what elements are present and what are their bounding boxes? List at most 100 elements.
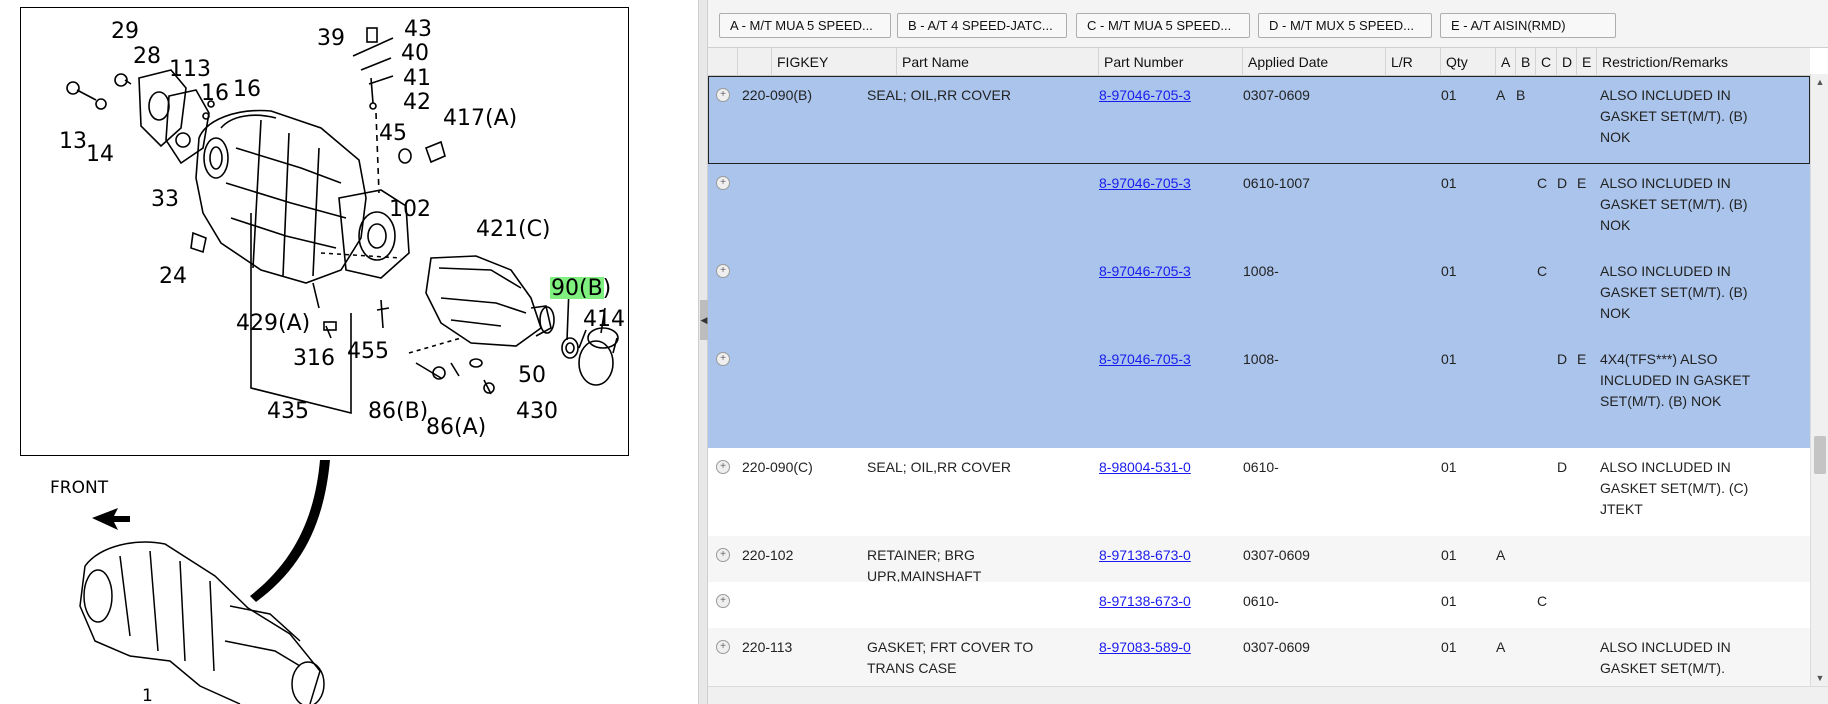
cell-qty: 01 [1441,459,1457,475]
cell-part-number: 8-97083-589-0 [1099,637,1229,658]
overview-callout-1: 1 [142,686,153,704]
table-row[interactable]: +8-97138-673-0 0610- 01 C [708,582,1810,628]
expand-row-icon[interactable]: + [716,548,730,562]
cell-part-number: 8-97046-705-3 [1099,173,1229,194]
header-remarks[interactable]: Restriction/Remarks [1597,48,1810,76]
grid-body: +220-090(B) SEAL; OIL,RR COVER 8-97046-705… [708,76,1810,686]
expand-row-icon[interactable]: + [716,640,730,654]
cell-part-number: 8-97046-705-3 [1099,261,1229,282]
cell-date: 0307-0609 [1243,87,1310,103]
header-figkey[interactable]: FIGKEY [772,48,897,76]
table-row[interactable]: +220-102 RETAINER; BRG UPR,MAINSHAFT 8-971… [708,536,1810,584]
cell-qty: 01 [1441,593,1457,609]
table-row[interactable]: +220-090(B) SEAL; OIL,RR COVER 8-97046-705… [708,76,1810,164]
callout-43: 43 [404,17,432,42]
part-number-link[interactable]: 8-97046-705-3 [1099,263,1191,279]
callout-455: 455 [347,339,389,364]
expand-row-icon[interactable]: + [716,264,730,278]
pane-splitter[interactable]: ◀ [698,0,708,704]
part-number-link[interactable]: 8-97083-589-0 [1099,639,1191,655]
part-number-link[interactable]: 8-97046-705-3 [1099,87,1191,103]
header-b[interactable]: B [1516,48,1536,76]
cell-qty: 01 [1441,639,1457,655]
callout-435: 435 [267,399,309,424]
expand-row-icon[interactable]: + [716,88,730,102]
table-row[interactable]: +8-97046-705-3 1008- 01 D E 4X4(TFS***) ALSO … [708,340,1810,448]
header-d[interactable]: D [1557,48,1577,76]
horizontal-scrollbar[interactable] [708,686,1828,704]
header-qty[interactable]: Qty [1441,48,1496,76]
part-number-link[interactable]: 8-97138-673-0 [1099,593,1191,609]
scroll-up-icon[interactable]: ▲ [1811,74,1828,90]
cell-date: 1008- [1243,263,1279,279]
header-applied-date[interactable]: Applied Date [1243,48,1386,76]
cell-b: B [1516,87,1526,103]
header-part-number[interactable]: Part Number [1099,48,1243,76]
cell-figkey: 220-113 [742,639,793,655]
header-part-name[interactable]: Part Name [897,48,1099,76]
callout-50: 50 [518,363,546,388]
callout-13: 13 [59,129,87,154]
callout-430: 430 [516,399,558,424]
tab-model-b[interactable]: B - A/T 4 SPEED-JATC... [897,13,1067,38]
table-row[interactable]: +8-97046-705-3 1008- 01 C ALSO INCLUDED IN G… [708,252,1810,340]
overview-drawing: FRONT 1 [50,460,330,704]
header-c[interactable]: C [1536,48,1557,76]
parts-grid: FIGKEY Part Name Part Number Applied Dat… [708,48,1810,686]
callout-40: 40 [401,41,429,66]
callout-41: 41 [403,66,431,91]
cell-a: A [1496,547,1506,563]
part-number-link[interactable]: 8-97046-705-3 [1099,351,1191,367]
part-number-link[interactable]: 8-97138-673-0 [1099,547,1191,563]
tab-model-a[interactable]: A - M/T MUA 5 SPEED... [719,13,891,38]
tab-model-c[interactable]: C - M/T MUA 5 SPEED... [1076,13,1250,38]
tab-model-d[interactable]: D - M/T MUX 5 SPEED... [1258,13,1432,38]
cell-part-number: 8-98004-531-0 [1099,457,1229,478]
collapse-left-icon[interactable]: ◀ [700,300,708,340]
scroll-down-icon[interactable]: ▼ [1811,670,1828,686]
cell-part-number: 8-97046-705-3 [1099,349,1229,370]
cell-name: SEAL; OIL,RR COVER [867,459,1011,475]
cell-part-number: 8-97138-673-0 [1099,545,1229,566]
cell-name: SEAL; OIL,RR COVER [867,87,1011,103]
cell-remarks: ALSO INCLUDED IN GASKET SET(M/T). (B) NO… [1600,87,1748,145]
table-row[interactable]: +220-113 GASKET; FRT COVER TO TRANS CASE 8… [708,628,1810,686]
callout-29: 29 [111,19,139,44]
table-row[interactable]: +8-97046-705-3 0610-1007 01 C D E ALSO INCLUDE… [708,164,1810,252]
callout-14: 14 [86,142,114,167]
cell-qty: 01 [1441,547,1457,563]
part-number-link[interactable]: 8-98004-531-0 [1099,459,1191,475]
front-arrow-icon [92,508,130,530]
cell-e: E [1577,351,1587,367]
callout-16a: 16 [201,81,229,106]
header-e[interactable]: E [1577,48,1597,76]
callout-28: 28 [133,44,161,69]
expand-row-icon[interactable]: + [716,460,730,474]
model-tab-bar: A - M/T MUA 5 SPEED... B - A/T 4 SPEED-J… [708,0,1828,48]
header-lr[interactable]: L/R [1386,48,1441,76]
cell-c: C [1537,263,1548,279]
cell-date: 0610- [1243,593,1279,609]
callout-421C: 421(C) [476,217,551,242]
callout-102: 102 [389,197,431,222]
exploded-diagram[interactable]: 29 28 113 16 16 13 14 33 24 39 43 40 41 … [20,7,629,456]
cell-date: 0610-1007 [1243,175,1310,191]
part-number-link[interactable]: 8-97046-705-3 [1099,175,1191,191]
header-a[interactable]: A [1496,48,1516,76]
expand-row-icon[interactable]: + [716,176,730,190]
callout-429A: 429(A) [236,311,310,336]
cell-figkey: 220-090(C) [742,459,813,475]
callout-316: 316 [293,346,335,371]
expand-row-icon[interactable]: + [716,594,730,608]
cell-qty: 01 [1441,175,1457,191]
cell-date: 0307-0609 [1243,547,1310,563]
expand-row-icon[interactable]: + [716,352,730,366]
cell-date: 0610- [1243,459,1279,475]
callout-24: 24 [159,264,187,289]
scroll-thumb[interactable] [1814,436,1826,474]
callout-90B: 90(B) [551,276,611,301]
vertical-scrollbar[interactable]: ▲ ▼ [1810,74,1828,686]
table-row[interactable]: +220-090(C) SEAL; OIL,RR COVER 8-98004-531… [708,448,1810,536]
cell-part-number: 8-97138-673-0 [1099,591,1229,612]
tab-model-e[interactable]: E - A/T AISIN(RMD) [1440,13,1616,38]
